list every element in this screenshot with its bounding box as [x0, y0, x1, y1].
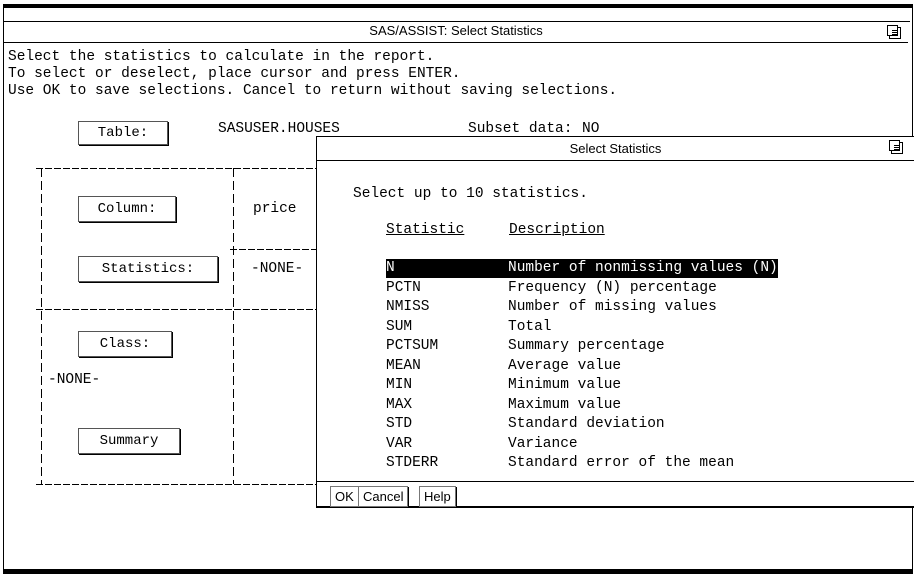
statistic-row[interactable]: MIN Minimum value: [386, 376, 621, 395]
dialog-prompt: Select up to 10 statistics.: [353, 186, 588, 202]
statistic-row[interactable]: SUM Total: [386, 318, 552, 337]
statistics-button[interactable]: Statistics:: [78, 256, 218, 282]
column-value: price: [253, 201, 297, 217]
window-title: SAS/ASSIST: Select Statistics: [4, 21, 908, 43]
subset-value[interactable]: NO: [582, 121, 599, 137]
cancel-button[interactable]: Cancel: [358, 486, 409, 507]
statistic-description: Standard error of the mean: [508, 455, 735, 471]
statistic-code: STDERR: [386, 455, 439, 471]
statistic-code: PCTN: [386, 279, 421, 296]
statistic-description: Maximum value: [508, 396, 622, 413]
statistic-column-header: Statistic: [386, 222, 465, 238]
statistic-code: MEAN: [386, 357, 421, 374]
grid-left-border: [41, 168, 42, 484]
grid-line-col: [230, 249, 318, 250]
statistics-value: -NONE-: [251, 261, 304, 277]
window-top-strip: [4, 8, 910, 22]
statistic-code: VAR: [386, 435, 413, 452]
table-button[interactable]: Table:: [78, 121, 168, 145]
grid-center-border: [233, 168, 234, 484]
window-menu-icon[interactable]: [887, 25, 901, 39]
select-statistics-dialog: Select Statistics Select up to 10 statis…: [316, 136, 914, 508]
grid-line-bottom: [36, 484, 318, 485]
statistic-description: Summary percentage: [508, 338, 665, 354]
statistic-code: MIN: [386, 377, 413, 393]
statistic-row[interactable]: N Number of nonmissing values (N): [386, 259, 778, 278]
statistic-code: N: [386, 260, 395, 276]
grid-line-top: [36, 168, 318, 169]
statistic-row[interactable]: MEAN Average value: [386, 357, 621, 376]
statistic-row[interactable]: NMISS Number of missing values: [386, 298, 717, 317]
table-value: SASUSER.HOUSES: [218, 121, 340, 137]
subset-label: Subset data:: [468, 121, 573, 137]
class-value: -NONE-: [48, 372, 101, 388]
statistic-code: PCTSUM: [386, 338, 439, 354]
dialog-menu-icon[interactable]: [889, 140, 903, 154]
statistic-description: Total: [508, 318, 552, 335]
grid-line-mid: [36, 309, 318, 310]
statistic-row[interactable]: STDERR Standard error of the mean: [386, 454, 734, 473]
ok-button[interactable]: OK: [330, 486, 359, 507]
instruction-line-2: To select or deselect, place cursor and …: [8, 66, 461, 82]
statistic-description: Standard deviation: [508, 416, 665, 432]
help-button[interactable]: Help: [419, 486, 456, 507]
statistic-description: Frequency (N) percentage: [508, 279, 717, 296]
summary-button[interactable]: Summary: [78, 428, 180, 454]
statistic-row[interactable]: VAR Variance: [386, 435, 578, 454]
statistic-description: Variance: [508, 435, 578, 452]
instruction-line-3: Use OK to save selections. Cancel to ret…: [8, 83, 618, 99]
statistic-row[interactable]: MAX Maximum value: [386, 396, 621, 415]
statistic-description: Minimum value: [508, 377, 622, 393]
statistic-description: Number of missing values: [508, 299, 717, 315]
description-column-header: Description: [509, 222, 605, 238]
column-button[interactable]: Column:: [78, 196, 176, 222]
instruction-line-1: Select the statistics to calculate in th…: [8, 49, 435, 65]
statistic-code: SUM: [386, 318, 413, 335]
class-button[interactable]: Class:: [78, 331, 172, 357]
dialog-title: Select Statistics: [317, 137, 914, 161]
statistic-row[interactable]: PCTSUM Summary percentage: [386, 337, 665, 356]
statistic-row[interactable]: PCTN Frequency (N) percentage: [386, 279, 717, 298]
statistic-row[interactable]: STD Standard deviation: [386, 415, 665, 434]
statistic-description: Number of nonmissing values (N): [508, 260, 778, 276]
statistic-code: MAX: [386, 396, 413, 413]
statistic-code: NMISS: [386, 299, 430, 315]
statistic-description: Average value: [508, 357, 622, 374]
dialog-footer-divider: [317, 481, 914, 482]
statistic-code: STD: [386, 416, 413, 432]
